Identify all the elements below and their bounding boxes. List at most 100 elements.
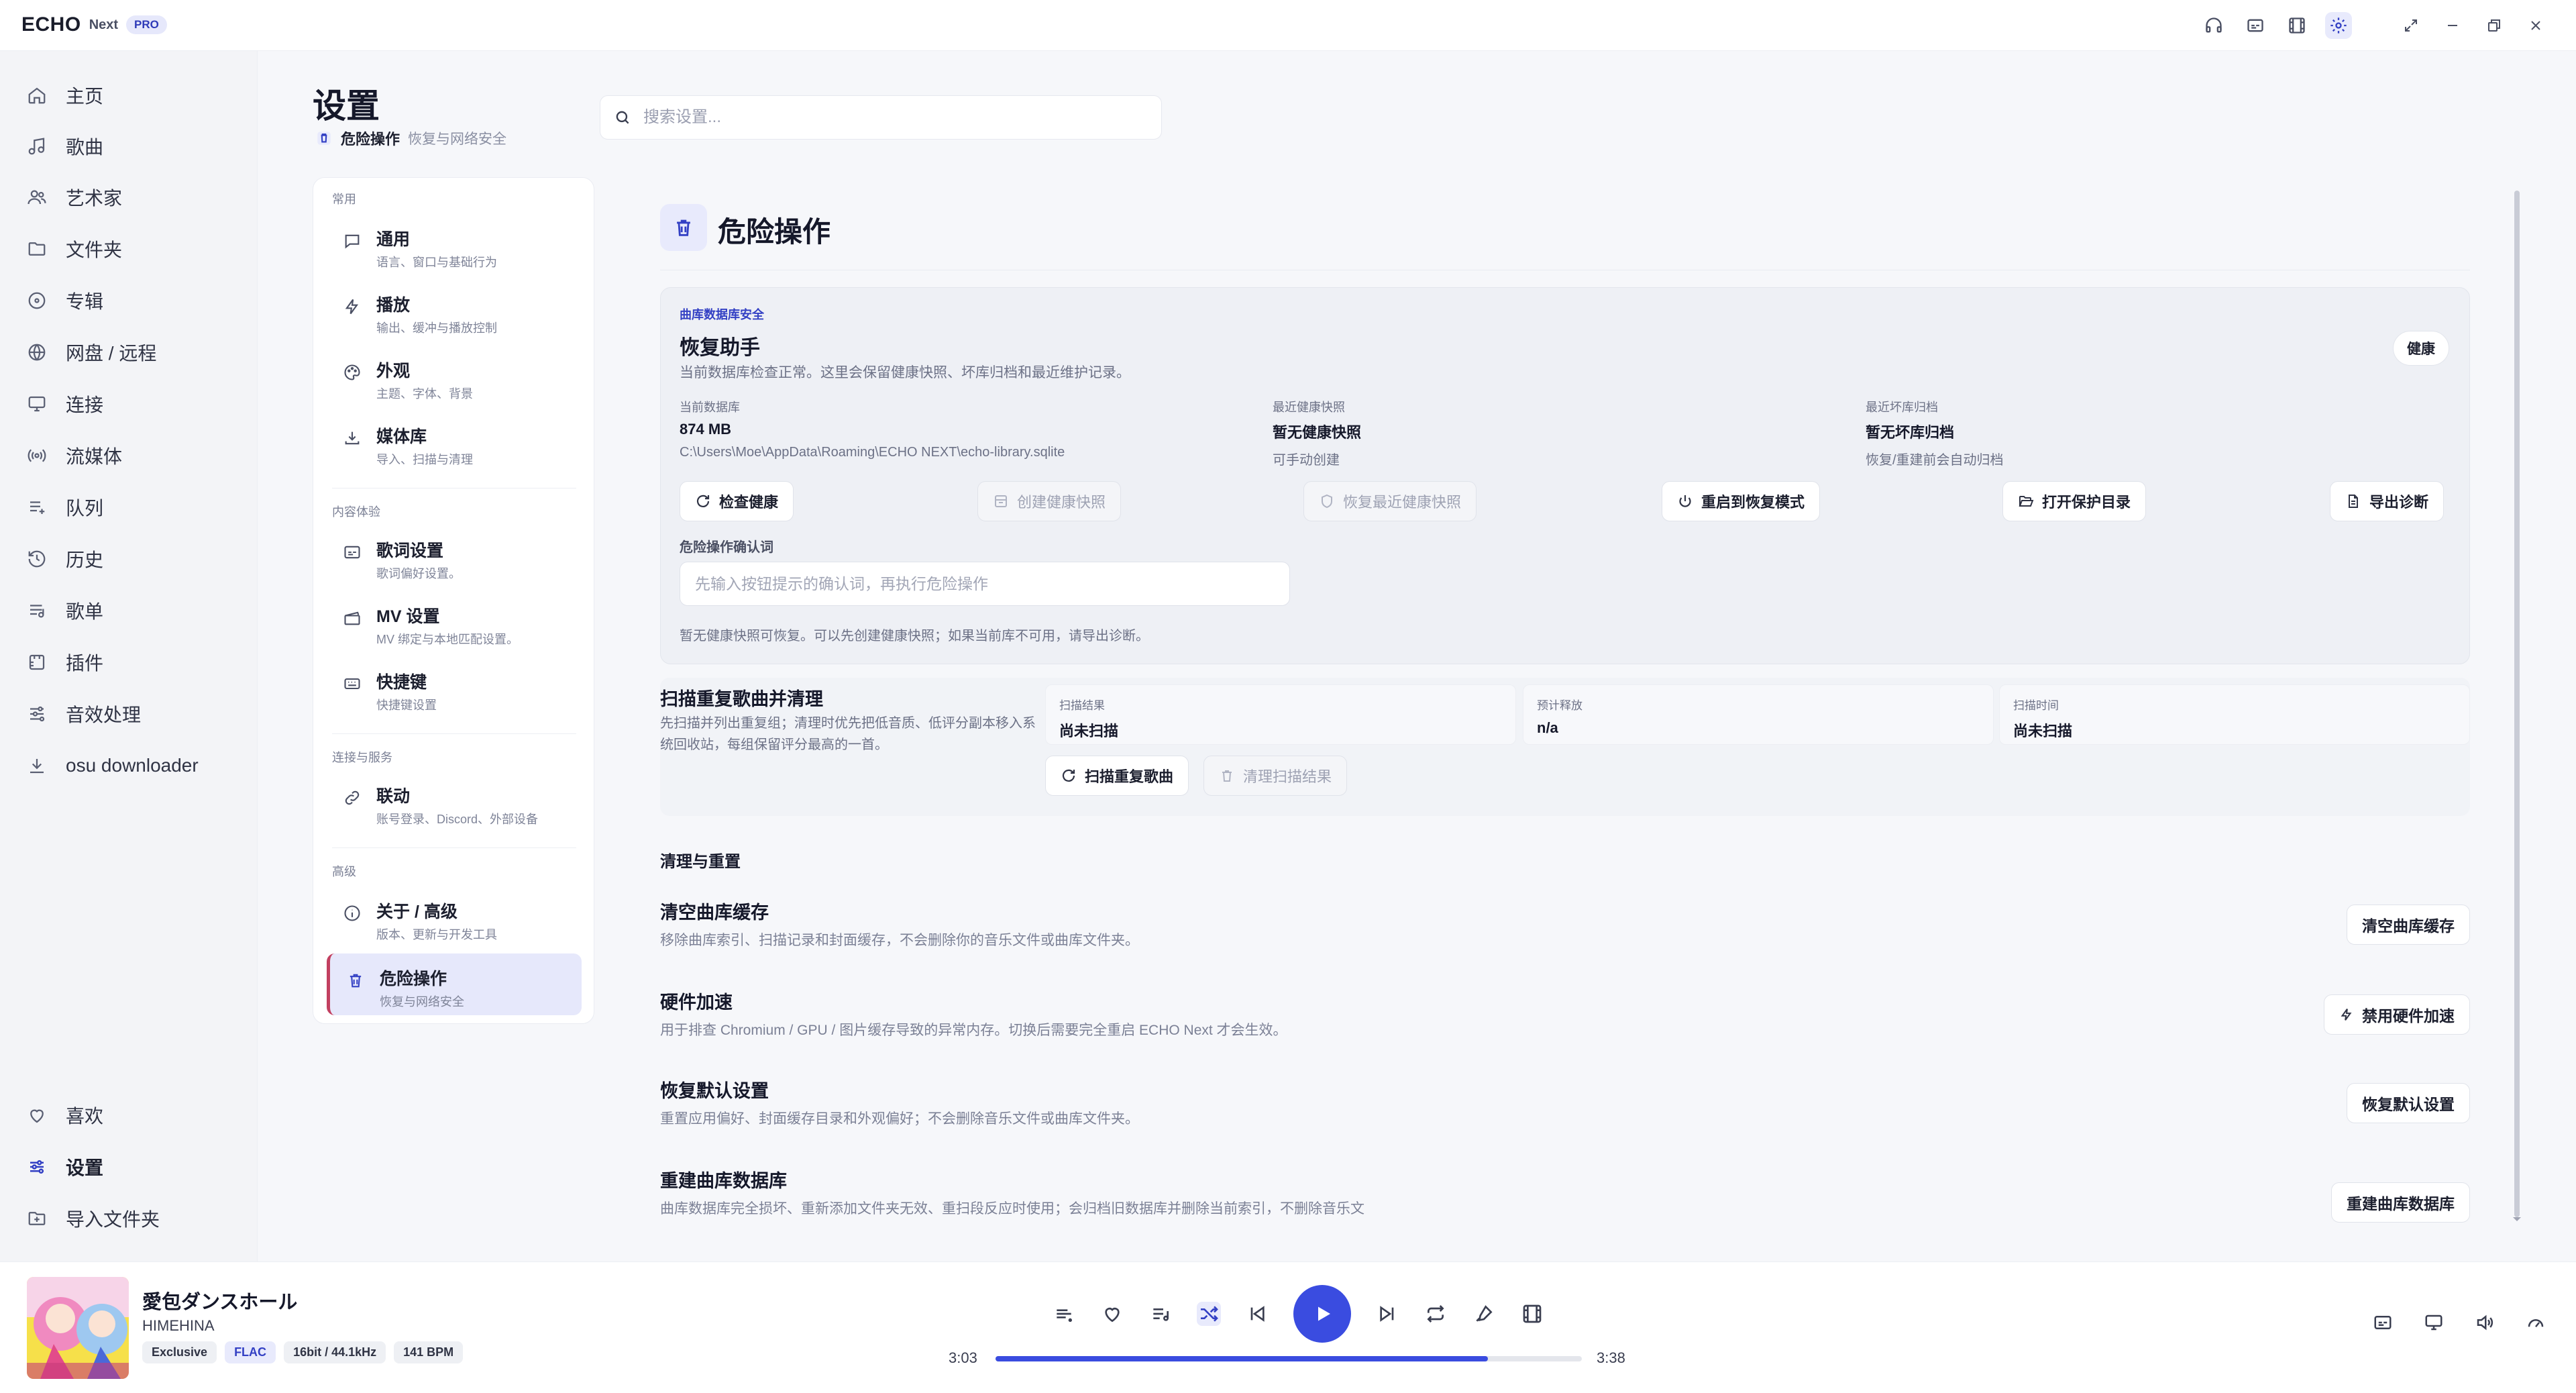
shuffle-icon[interactable]: [1197, 1302, 1221, 1326]
stat-scan-time: 扫描时间 尚未扫描: [1999, 684, 2470, 745]
nav-item-home[interactable]: 主页: [27, 79, 103, 111]
music-note-icon: [27, 136, 47, 156]
nav-item-streaming[interactable]: 流媒体: [27, 440, 122, 472]
subnav-item-appearance[interactable]: 外观 主题、字体、背景: [327, 346, 582, 407]
elapsed-time: 3:03: [949, 1349, 977, 1366]
card-desc: 当前数据库检查正常。这里会保留健康快照、坏库归档和最近维护记录。: [680, 365, 1130, 380]
subnav-item-about[interactable]: 关于 / 高级 版本、更新与开发工具: [327, 886, 582, 948]
clear-cache-button[interactable]: 清空曲库缓存: [2347, 905, 2470, 945]
stat-value: 尚未扫描: [1059, 723, 1119, 739]
subnav-item-shortcuts[interactable]: 快捷键 快捷键设置: [327, 657, 582, 719]
nav-label: 导入文件夹: [66, 1209, 160, 1230]
stream-icon: [27, 446, 47, 466]
disable-hw-accel-button[interactable]: 禁用硬件加速: [2324, 994, 2470, 1035]
button-label: 清理扫描结果: [1243, 768, 1332, 785]
subnav-title: 联动: [376, 787, 411, 806]
restart-recovery-button[interactable]: 重启到恢复模式: [1662, 481, 1821, 521]
restore-snapshot-button[interactable]: 恢复最近健康快照: [1303, 481, 1477, 521]
film-icon[interactable]: [2284, 12, 2310, 39]
search-input[interactable]: [643, 108, 1113, 127]
nav-item-playlists[interactable]: 歌单: [27, 595, 103, 627]
confirm-input[interactable]: [680, 562, 1290, 606]
previous-icon[interactable]: [1245, 1302, 1269, 1326]
nav-item-folders[interactable]: 文件夹: [27, 233, 122, 265]
playlist-icon: [27, 601, 47, 621]
duplicate-scan-section: 扫描重复歌曲并清理 先扫描并列出重复组；清理时优先把低音质、低评分副本移入系统回…: [660, 678, 2470, 816]
subnav-group-label: 连接与服务: [332, 751, 392, 764]
refresh-icon: [1061, 768, 1077, 784]
subnav-item-mv[interactable]: MV 设置 MV 绑定与本地匹配设置。: [327, 591, 582, 653]
gear-icon[interactable]: [2325, 12, 2352, 39]
heart-icon[interactable]: [1100, 1302, 1124, 1326]
row-desc-restore-defaults: 重置应用偏好、封面缓存目录和外观偏好；不会删除音乐文件或曲库文件夹。: [660, 1111, 1139, 1127]
scan-duplicates-button[interactable]: 扫描重复歌曲: [1045, 756, 1189, 796]
close-icon[interactable]: [2522, 12, 2549, 39]
subnav-item-integrations[interactable]: 联动账号登录、Discord、外部设备: [327, 771, 582, 833]
film-icon[interactable]: [1520, 1302, 1544, 1326]
stat-label: 扫描结果: [1059, 699, 1105, 712]
subnav-item-playback[interactable]: 播放 输出、缓冲与播放控制: [327, 280, 582, 342]
caption-icon[interactable]: [2372, 1312, 2394, 1333]
nav-label: 歌曲: [66, 137, 104, 158]
nav-item-songs[interactable]: 歌曲: [27, 130, 103, 162]
subnav-item-library[interactable]: 媒体库 导入、扫描与清理: [327, 411, 582, 473]
subnav-sub: 账号登录、Discord、外部设备: [376, 813, 539, 826]
nav-item-plugins[interactable]: 插件: [27, 646, 103, 678]
track-title[interactable]: 愛包ダンスホール: [142, 1286, 297, 1314]
nav-item-audio-fx[interactable]: 音效处理: [27, 698, 141, 730]
restore-icon[interactable]: [2481, 12, 2508, 39]
nav-item-artists[interactable]: 艺术家: [27, 181, 122, 213]
lyrics-list-icon[interactable]: [1148, 1302, 1173, 1326]
headphones-icon[interactable]: [2200, 12, 2227, 39]
subnav-item-lyrics[interactable]: 歌词设置 歌词偏好设置。: [327, 525, 582, 587]
caption-icon[interactable]: [2242, 12, 2269, 39]
row-desc-rebuild-db: 曲库数据库完全损坏、重新添加文件夹无效、重扫段反应时使用；会归档旧数据库并删除当…: [660, 1201, 1364, 1217]
track-artist[interactable]: HIMEHINA: [142, 1317, 215, 1335]
nav-item-albums[interactable]: 专辑: [27, 285, 103, 317]
folder-import-icon: [27, 1208, 47, 1229]
card-title: 恢复助手: [680, 337, 760, 359]
volume-icon[interactable]: [2474, 1312, 2496, 1333]
scrollbar-thumb[interactable]: [2514, 191, 2520, 1217]
monitor-icon[interactable]: [2423, 1312, 2445, 1333]
minimize-icon[interactable]: [2439, 12, 2466, 39]
album-cover[interactable]: [27, 1277, 129, 1379]
subnav-item-general[interactable]: 通用 语言、窗口与基础行为: [327, 214, 582, 276]
clear-scan-button[interactable]: 清理扫描结果: [1203, 756, 1348, 796]
nav-item-settings[interactable]: 设置: [27, 1151, 103, 1183]
check-health-button[interactable]: 检查健康: [680, 481, 794, 521]
nav-item-import-folder[interactable]: 导入文件夹: [27, 1202, 160, 1235]
database-icon: [993, 493, 1009, 509]
nav-item-history[interactable]: 历史: [27, 543, 103, 575]
restore-defaults-button[interactable]: 恢复默认设置: [2347, 1083, 2470, 1123]
right-controls: [2372, 1312, 2546, 1333]
subnav-item-danger[interactable]: 危险操作 恢复与网络安全: [327, 953, 582, 1015]
search-box[interactable]: [600, 95, 1162, 140]
recovery-assistant-card: 曲库数据库安全 恢复助手 当前数据库检查正常。这里会保留健康快照、坏库归档和最近…: [660, 287, 2470, 664]
plugin-icon: [27, 652, 47, 672]
play-button[interactable]: [1293, 1285, 1351, 1343]
search-icon: [614, 109, 631, 126]
nav-item-remote[interactable]: 网盘 / 远程: [27, 336, 156, 368]
create-snapshot-button[interactable]: 创建健康快照: [977, 481, 1122, 521]
rebuild-db-button[interactable]: 重建曲库数据库: [2331, 1182, 2470, 1223]
title-bar: ECHO Next PRO: [0, 0, 2576, 51]
next-icon[interactable]: [1375, 1302, 1399, 1326]
progress-bar[interactable]: [996, 1356, 1582, 1361]
subnav-sub: 导入、扫描与清理: [376, 453, 473, 466]
speed-icon[interactable]: [2525, 1312, 2546, 1333]
subnav-sub: MV 绑定与本地匹配设置。: [376, 633, 519, 646]
stat-label: 扫描时间: [2013, 699, 2059, 712]
scroll-down-icon[interactable]: [2512, 1216, 2522, 1223]
repeat-icon[interactable]: [1424, 1302, 1448, 1326]
open-protected-dir-button[interactable]: 打开保护目录: [2002, 481, 2147, 521]
nav-item-queue[interactable]: 队列: [27, 491, 103, 523]
nav-item-osu-downloader[interactable]: osu downloader: [27, 750, 199, 782]
expand-icon[interactable]: [2398, 12, 2424, 39]
export-diagnostics-button[interactable]: 导出诊断: [2330, 481, 2445, 521]
nav-item-connect[interactable]: 连接: [27, 388, 103, 420]
nav-item-favorites[interactable]: 喜欢: [27, 1099, 103, 1131]
visualizer-icon[interactable]: [1052, 1302, 1076, 1326]
mic-icon[interactable]: [1472, 1302, 1496, 1326]
subnav-group-label: 高级: [332, 865, 356, 878]
